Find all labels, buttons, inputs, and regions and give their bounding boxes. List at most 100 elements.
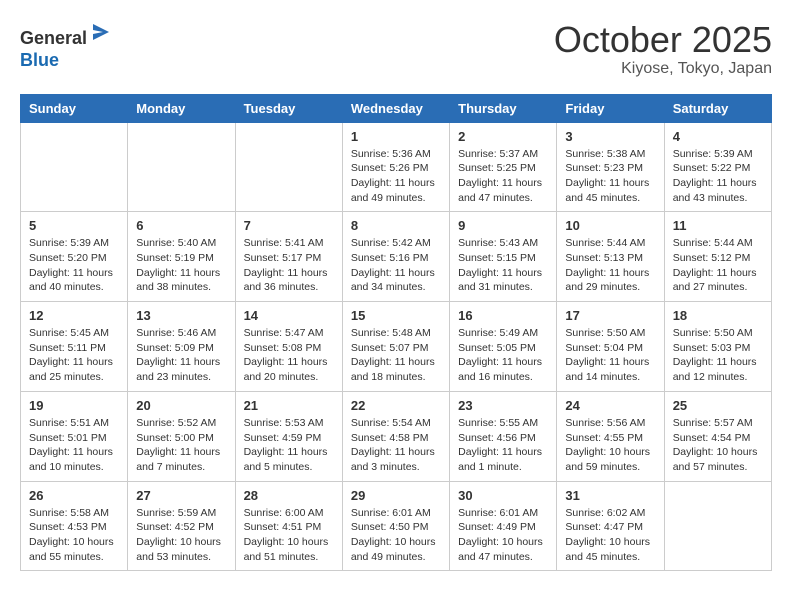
- calendar-day-15: 15 Sunrise: 5:48 AM Sunset: 5:07 PM Dayli…: [342, 302, 449, 392]
- calendar-day-19: 19 Sunrise: 5:51 AM Sunset: 5:01 PM Dayli…: [21, 391, 128, 481]
- calendar-day-21: 21 Sunrise: 5:53 AM Sunset: 4:59 PM Dayli…: [235, 391, 342, 481]
- day-number: 30: [458, 488, 548, 503]
- day-info: Sunrise: 5:58 AM Sunset: 4:53 PM Dayligh…: [29, 506, 119, 565]
- day-number: 8: [351, 218, 441, 233]
- day-info: Sunrise: 5:41 AM Sunset: 5:17 PM Dayligh…: [244, 236, 334, 295]
- day-number: 21: [244, 398, 334, 413]
- weekday-header-tuesday: Tuesday: [235, 94, 342, 122]
- calendar-day-10: 10 Sunrise: 5:44 AM Sunset: 5:13 PM Dayli…: [557, 212, 664, 302]
- calendar-day-24: 24 Sunrise: 5:56 AM Sunset: 4:55 PM Dayli…: [557, 391, 664, 481]
- day-number: 23: [458, 398, 548, 413]
- day-number: 3: [565, 129, 655, 144]
- day-info: Sunrise: 5:52 AM Sunset: 5:00 PM Dayligh…: [136, 416, 226, 475]
- day-number: 2: [458, 129, 548, 144]
- day-info: Sunrise: 5:45 AM Sunset: 5:11 PM Dayligh…: [29, 326, 119, 385]
- day-info: Sunrise: 5:59 AM Sunset: 4:52 PM Dayligh…: [136, 506, 226, 565]
- calendar-day-13: 13 Sunrise: 5:46 AM Sunset: 5:09 PM Dayli…: [128, 302, 235, 392]
- calendar-empty-cell: [235, 122, 342, 212]
- calendar-day-26: 26 Sunrise: 5:58 AM Sunset: 4:53 PM Dayli…: [21, 481, 128, 571]
- calendar-week-row: 19 Sunrise: 5:51 AM Sunset: 5:01 PM Dayli…: [21, 391, 772, 481]
- calendar-day-3: 3 Sunrise: 5:38 AM Sunset: 5:23 PM Daylig…: [557, 122, 664, 212]
- weekday-header-friday: Friday: [557, 94, 664, 122]
- day-number: 13: [136, 308, 226, 323]
- day-number: 16: [458, 308, 548, 323]
- day-number: 26: [29, 488, 119, 503]
- day-info: Sunrise: 6:01 AM Sunset: 4:49 PM Dayligh…: [458, 506, 548, 565]
- day-info: Sunrise: 5:54 AM Sunset: 4:58 PM Dayligh…: [351, 416, 441, 475]
- day-number: 9: [458, 218, 548, 233]
- calendar-week-row: 12 Sunrise: 5:45 AM Sunset: 5:11 PM Dayli…: [21, 302, 772, 392]
- day-number: 22: [351, 398, 441, 413]
- day-info: Sunrise: 5:36 AM Sunset: 5:26 PM Dayligh…: [351, 147, 441, 206]
- calendar-day-7: 7 Sunrise: 5:41 AM Sunset: 5:17 PM Daylig…: [235, 212, 342, 302]
- day-info: Sunrise: 5:39 AM Sunset: 5:20 PM Dayligh…: [29, 236, 119, 295]
- day-info: Sunrise: 5:44 AM Sunset: 5:12 PM Dayligh…: [673, 236, 763, 295]
- calendar-day-28: 28 Sunrise: 6:00 AM Sunset: 4:51 PM Dayli…: [235, 481, 342, 571]
- weekday-header-thursday: Thursday: [450, 94, 557, 122]
- day-info: Sunrise: 5:50 AM Sunset: 5:04 PM Dayligh…: [565, 326, 655, 385]
- calendar-day-5: 5 Sunrise: 5:39 AM Sunset: 5:20 PM Daylig…: [21, 212, 128, 302]
- calendar-empty-cell: [21, 122, 128, 212]
- day-info: Sunrise: 6:02 AM Sunset: 4:47 PM Dayligh…: [565, 506, 655, 565]
- day-info: Sunrise: 5:43 AM Sunset: 5:15 PM Dayligh…: [458, 236, 548, 295]
- day-info: Sunrise: 5:55 AM Sunset: 4:56 PM Dayligh…: [458, 416, 548, 475]
- logo-icon: [89, 20, 113, 44]
- calendar-empty-cell: [664, 481, 771, 571]
- day-info: Sunrise: 5:40 AM Sunset: 5:19 PM Dayligh…: [136, 236, 226, 295]
- day-number: 6: [136, 218, 226, 233]
- day-info: Sunrise: 5:57 AM Sunset: 4:54 PM Dayligh…: [673, 416, 763, 475]
- day-number: 19: [29, 398, 119, 413]
- day-info: Sunrise: 5:46 AM Sunset: 5:09 PM Dayligh…: [136, 326, 226, 385]
- day-info: Sunrise: 5:56 AM Sunset: 4:55 PM Dayligh…: [565, 416, 655, 475]
- day-number: 4: [673, 129, 763, 144]
- calendar-day-29: 29Sunrise: 6:01 AM Sunset: 4:50 PM Dayli…: [342, 481, 449, 571]
- calendar-day-17: 17 Sunrise: 5:50 AM Sunset: 5:04 PM Dayli…: [557, 302, 664, 392]
- weekday-header-saturday: Saturday: [664, 94, 771, 122]
- weekday-header-wednesday: Wednesday: [342, 94, 449, 122]
- day-number: 15: [351, 308, 441, 323]
- day-number: 7: [244, 218, 334, 233]
- calendar-day-20: 20 Sunrise: 5:52 AM Sunset: 5:00 PM Dayli…: [128, 391, 235, 481]
- calendar-day-12: 12 Sunrise: 5:45 AM Sunset: 5:11 PM Dayli…: [21, 302, 128, 392]
- calendar-day-1: 1Sunrise: 5:36 AM Sunset: 5:26 PM Daylig…: [342, 122, 449, 212]
- day-info: Sunrise: 5:53 AM Sunset: 4:59 PM Dayligh…: [244, 416, 334, 475]
- calendar-day-4: 4 Sunrise: 5:39 AM Sunset: 5:22 PM Daylig…: [664, 122, 771, 212]
- day-number: 11: [673, 218, 763, 233]
- day-number: 25: [673, 398, 763, 413]
- day-info: Sunrise: 5:44 AM Sunset: 5:13 PM Dayligh…: [565, 236, 655, 295]
- calendar-day-9: 9 Sunrise: 5:43 AM Sunset: 5:15 PM Daylig…: [450, 212, 557, 302]
- day-number: 28: [244, 488, 334, 503]
- day-info: Sunrise: 5:51 AM Sunset: 5:01 PM Dayligh…: [29, 416, 119, 475]
- day-number: 10: [565, 218, 655, 233]
- month-title: October 2025: [554, 20, 772, 60]
- day-number: 17: [565, 308, 655, 323]
- day-info: Sunrise: 5:49 AM Sunset: 5:05 PM Dayligh…: [458, 326, 548, 385]
- day-info: Sunrise: 5:42 AM Sunset: 5:16 PM Dayligh…: [351, 236, 441, 295]
- day-number: 18: [673, 308, 763, 323]
- calendar-day-14: 14Sunrise: 5:47 AM Sunset: 5:08 PM Dayli…: [235, 302, 342, 392]
- day-number: 12: [29, 308, 119, 323]
- day-number: 31: [565, 488, 655, 503]
- day-info: Sunrise: 6:00 AM Sunset: 4:51 PM Dayligh…: [244, 506, 334, 565]
- calendar-day-11: 11 Sunrise: 5:44 AM Sunset: 5:12 PM Dayli…: [664, 212, 771, 302]
- calendar-empty-cell: [128, 122, 235, 212]
- weekday-header-row: SundayMondayTuesdayWednesdayThursdayFrid…: [21, 94, 772, 122]
- day-number: 5: [29, 218, 119, 233]
- day-number: 20: [136, 398, 226, 413]
- calendar-day-2: 2Sunrise: 5:37 AM Sunset: 5:25 PM Daylig…: [450, 122, 557, 212]
- calendar-day-27: 27 Sunrise: 5:59 AM Sunset: 4:52 PM Dayli…: [128, 481, 235, 571]
- day-number: 24: [565, 398, 655, 413]
- logo-blue: Blue: [20, 50, 59, 70]
- calendar-day-8: 8 Sunrise: 5:42 AM Sunset: 5:16 PM Daylig…: [342, 212, 449, 302]
- day-info: Sunrise: 5:39 AM Sunset: 5:22 PM Dayligh…: [673, 147, 763, 206]
- logo: General Blue: [20, 20, 113, 71]
- day-info: Sunrise: 5:38 AM Sunset: 5:23 PM Dayligh…: [565, 147, 655, 206]
- location: Kiyose, Tokyo, Japan: [554, 60, 772, 78]
- calendar-week-row: 26 Sunrise: 5:58 AM Sunset: 4:53 PM Dayli…: [21, 481, 772, 571]
- calendar-day-23: 23 Sunrise: 5:55 AM Sunset: 4:56 PM Dayli…: [450, 391, 557, 481]
- calendar-table: SundayMondayTuesdayWednesdayThursdayFrid…: [20, 94, 772, 572]
- day-number: 27: [136, 488, 226, 503]
- calendar-day-18: 18Sunrise: 5:50 AM Sunset: 5:03 PM Dayli…: [664, 302, 771, 392]
- day-info: Sunrise: 5:48 AM Sunset: 5:07 PM Dayligh…: [351, 326, 441, 385]
- calendar-day-16: 16 Sunrise: 5:49 AM Sunset: 5:05 PM Dayli…: [450, 302, 557, 392]
